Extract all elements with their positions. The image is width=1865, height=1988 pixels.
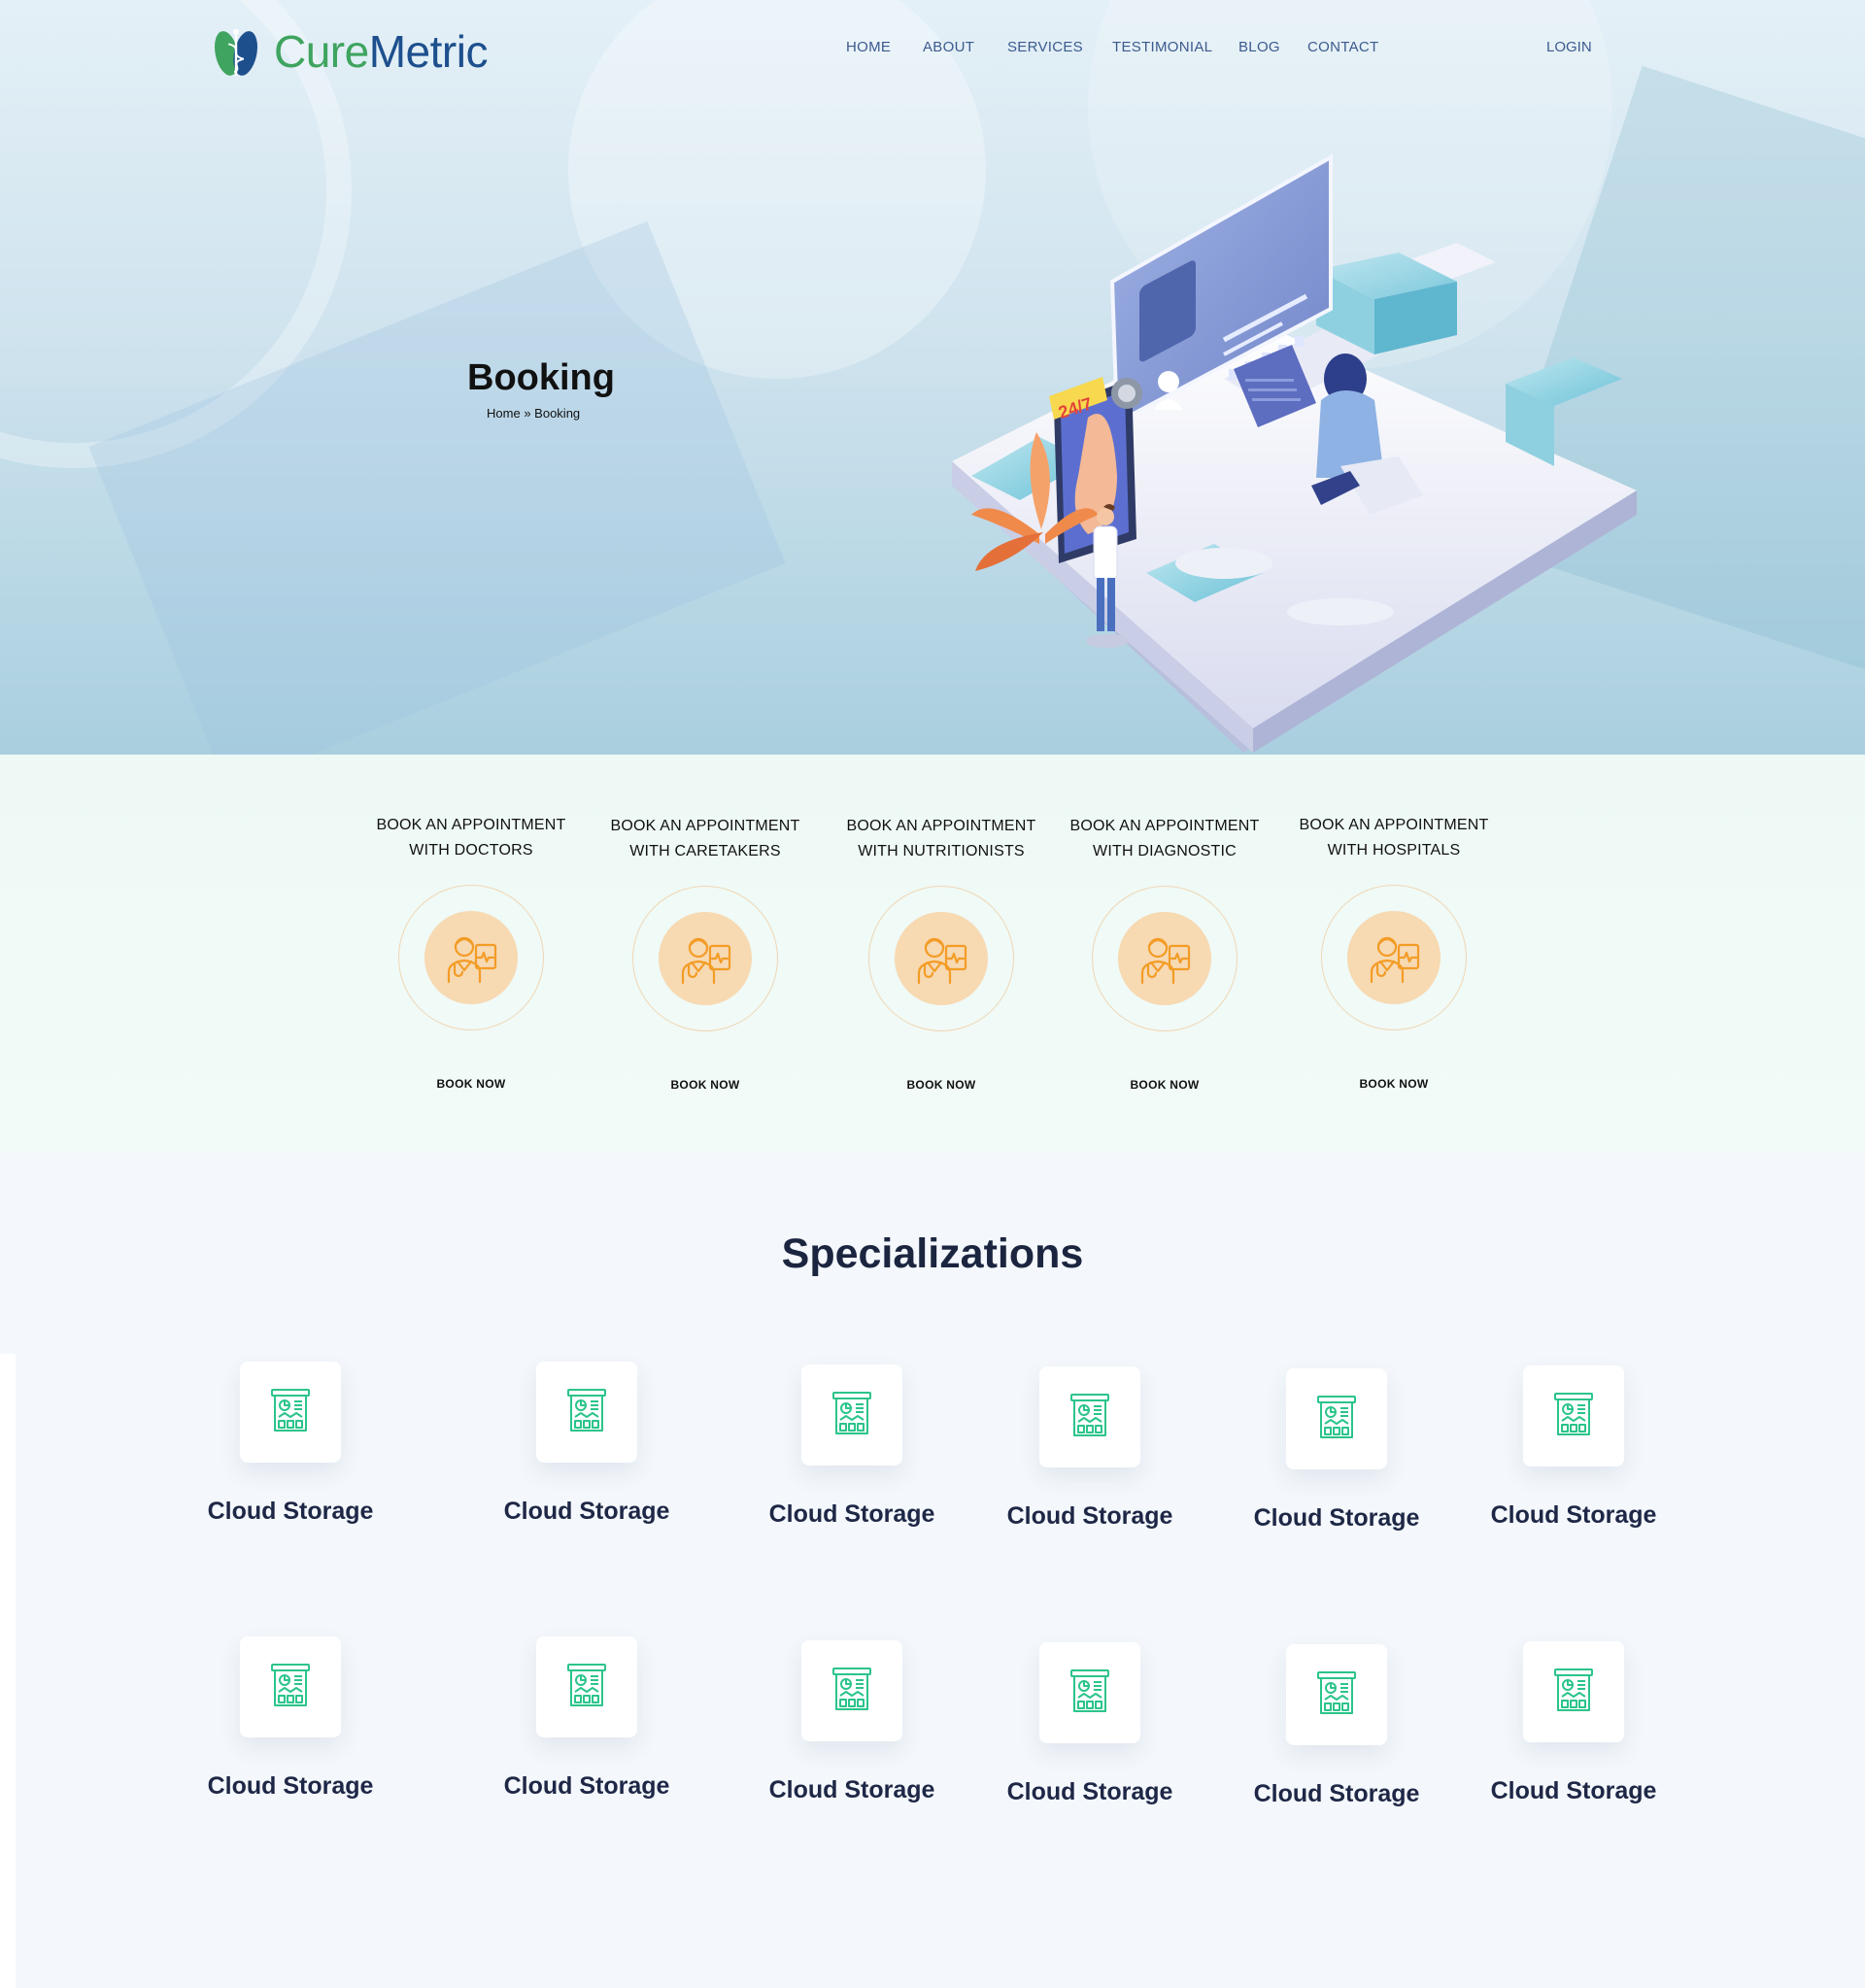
booking-card-nutritionists: BOOK AN APPOINTMENT WITH NUTRITIONISTS B… bbox=[834, 814, 1048, 1092]
caduceus-leaf-icon bbox=[215, 28, 257, 77]
booking-icon-ring bbox=[1092, 886, 1238, 1031]
specialization-icon-tile[interactable] bbox=[801, 1365, 902, 1466]
nav-about[interactable]: ABOUT bbox=[923, 39, 974, 55]
specialization-label: Cloud Storage bbox=[1253, 1504, 1420, 1532]
specialization-card[interactable]: Cloud Storage bbox=[480, 1636, 694, 1801]
brand-name-part2: Metric bbox=[368, 26, 489, 77]
specialization-card[interactable]: Cloud Storage bbox=[983, 1642, 1197, 1806]
booking-card-title: BOOK AN APPOINTMENT WITH DIAGNOSTIC bbox=[1069, 818, 1260, 859]
specialization-card[interactable]: Cloud Storage bbox=[184, 1362, 397, 1526]
specialization-card[interactable]: Cloud Storage bbox=[1230, 1644, 1443, 1808]
nav-home[interactable]: HOME bbox=[846, 39, 891, 55]
booking-card-title: BOOK AN APPOINTMENT WITH HOSPITALS bbox=[1299, 817, 1489, 859]
booking-icon-ring bbox=[1321, 885, 1467, 1030]
site-logo[interactable]: CureMetric bbox=[208, 23, 488, 80]
booking-card-doctors: BOOK AN APPOINTMENT WITH DOCTORS BOOK NO… bbox=[364, 813, 578, 1091]
booking-card-diagnostic: BOOK AN APPOINTMENT WITH DIAGNOSTIC BOOK… bbox=[1058, 814, 1272, 1092]
specialization-label: Cloud Storage bbox=[768, 1776, 935, 1803]
telemedicine-illustration: 24/7 bbox=[952, 153, 1637, 753]
breadcrumb: Home » Booking bbox=[487, 406, 580, 421]
nav-contact[interactable]: CONTACT bbox=[1307, 39, 1378, 55]
breadcrumb-home[interactable]: Home bbox=[487, 406, 521, 421]
dashboard-report-icon bbox=[830, 1665, 874, 1718]
dashboard-report-icon bbox=[268, 1386, 313, 1439]
doctor-icon bbox=[1370, 936, 1420, 984]
doctor-icon bbox=[1140, 937, 1191, 985]
specialization-icon-tile[interactable] bbox=[1523, 1365, 1624, 1466]
nav-blog[interactable]: BLOG bbox=[1238, 39, 1280, 55]
dashboard-report-icon bbox=[1551, 1390, 1596, 1443]
specialization-label: Cloud Storage bbox=[207, 1772, 374, 1800]
specialization-label: Cloud Storage bbox=[503, 1772, 670, 1800]
specialization-icon-tile[interactable] bbox=[1039, 1642, 1140, 1743]
doctor-icon bbox=[447, 936, 497, 984]
dashboard-report-icon bbox=[830, 1389, 874, 1442]
booking-card-title: BOOK AN APPOINTMENT WITH CARETAKERS bbox=[610, 818, 800, 859]
specialization-icon-tile[interactable] bbox=[536, 1636, 637, 1737]
specialization-icon-tile[interactable] bbox=[536, 1362, 637, 1463]
hero-banner: CureMetric HOME ABOUT SERVICES TESTIMONI… bbox=[0, 0, 1865, 755]
book-now-button[interactable]: BOOK NOW bbox=[598, 1078, 812, 1092]
book-now-button[interactable]: BOOK NOW bbox=[1287, 1077, 1501, 1091]
page-title: Booking bbox=[467, 357, 615, 398]
doctor-icon bbox=[681, 937, 731, 985]
booking-section: BOOK AN APPOINTMENT WITH DOCTORS BOOK NO… bbox=[0, 755, 1865, 1153]
specialization-icon-tile[interactable] bbox=[1286, 1368, 1387, 1469]
specialization-card[interactable]: Cloud Storage bbox=[1467, 1365, 1680, 1530]
booking-card-hospitals: BOOK AN APPOINTMENT WITH HOSPITALS BOOK … bbox=[1287, 813, 1501, 1091]
specialization-card[interactable]: Cloud Storage bbox=[1467, 1641, 1680, 1805]
breadcrumb-separator: » bbox=[524, 406, 531, 421]
specialization-label: Cloud Storage bbox=[1490, 1777, 1657, 1804]
specialization-icon-tile[interactable] bbox=[240, 1636, 341, 1737]
specialization-label: Cloud Storage bbox=[768, 1500, 935, 1528]
specialization-card[interactable]: Cloud Storage bbox=[745, 1640, 959, 1804]
dashboard-report-icon bbox=[564, 1386, 609, 1439]
booking-icon-ring bbox=[398, 885, 544, 1030]
booking-icon-ring bbox=[632, 886, 778, 1031]
doctor-icon bbox=[917, 937, 967, 985]
specialization-icon-tile[interactable] bbox=[801, 1640, 902, 1741]
specialization-card[interactable]: Cloud Storage bbox=[184, 1636, 397, 1801]
dashboard-report-icon bbox=[1314, 1668, 1359, 1722]
booking-card-title: BOOK AN APPOINTMENT WITH NUTRITIONISTS bbox=[846, 818, 1036, 859]
specialization-label: Cloud Storage bbox=[1006, 1502, 1173, 1530]
dashboard-report-icon bbox=[1551, 1666, 1596, 1719]
book-now-button[interactable]: BOOK NOW bbox=[1058, 1078, 1272, 1092]
specializations-section: Specializations Cloud Storage Cloud Stora… bbox=[0, 1153, 1865, 1988]
dashboard-report-icon bbox=[1068, 1391, 1112, 1444]
specialization-card[interactable]: Cloud Storage bbox=[1230, 1368, 1443, 1533]
breadcrumb-current: Booking bbox=[534, 406, 581, 421]
specialization-icon-tile[interactable] bbox=[240, 1362, 341, 1463]
dashboard-report-icon bbox=[1314, 1393, 1359, 1446]
specialization-label: Cloud Storage bbox=[207, 1498, 374, 1525]
specialization-label: Cloud Storage bbox=[1006, 1778, 1173, 1805]
section-title: Specializations bbox=[781, 1230, 1084, 1277]
login-link[interactable]: LOGIN bbox=[1546, 39, 1592, 55]
brand-name-part1: Cure bbox=[274, 26, 369, 77]
nav-services[interactable]: SERVICES bbox=[1007, 39, 1083, 55]
specialization-card[interactable]: Cloud Storage bbox=[983, 1366, 1197, 1531]
dashboard-report-icon bbox=[564, 1661, 609, 1714]
booking-icon-ring bbox=[868, 886, 1014, 1031]
booking-card-caretakers: BOOK AN APPOINTMENT WITH CARETAKERS BOOK… bbox=[598, 814, 812, 1092]
book-now-button[interactable]: BOOK NOW bbox=[834, 1078, 1048, 1092]
dashboard-report-icon bbox=[1068, 1667, 1112, 1720]
specialization-icon-tile[interactable] bbox=[1523, 1641, 1624, 1742]
specialization-card[interactable]: Cloud Storage bbox=[480, 1362, 694, 1526]
specialization-icon-tile[interactable] bbox=[1286, 1644, 1387, 1745]
specialization-label: Cloud Storage bbox=[1253, 1780, 1420, 1807]
specialization-card[interactable]: Cloud Storage bbox=[745, 1365, 959, 1529]
specialization-label: Cloud Storage bbox=[1490, 1501, 1657, 1529]
dashboard-report-icon bbox=[268, 1661, 313, 1714]
book-now-button[interactable]: BOOK NOW bbox=[364, 1077, 578, 1091]
specialization-icon-tile[interactable] bbox=[1039, 1366, 1140, 1467]
booking-card-title: BOOK AN APPOINTMENT WITH DOCTORS bbox=[376, 817, 566, 859]
nav-testimonial[interactable]: TESTIMONIAL bbox=[1112, 39, 1212, 55]
specialization-label: Cloud Storage bbox=[503, 1498, 670, 1525]
